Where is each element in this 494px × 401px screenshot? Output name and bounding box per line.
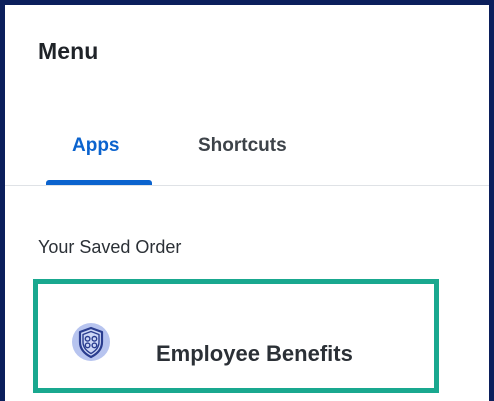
tab-shortcuts[interactable]: Shortcuts	[198, 135, 287, 157]
app-item-label: Employee Benefits	[156, 341, 353, 366]
saved-order-label: Your Saved Order	[38, 237, 182, 257]
shield-benefits-icon	[71, 322, 111, 362]
tab-apps[interactable]: Apps	[72, 135, 120, 157]
tab-divider	[5, 185, 489, 186]
app-item-employee-benefits[interactable]: Employee Benefits	[33, 279, 439, 393]
menu-panel: Menu Apps Shortcuts Your Saved Order Emp…	[0, 0, 494, 401]
menu-title: Menu	[38, 38, 99, 64]
